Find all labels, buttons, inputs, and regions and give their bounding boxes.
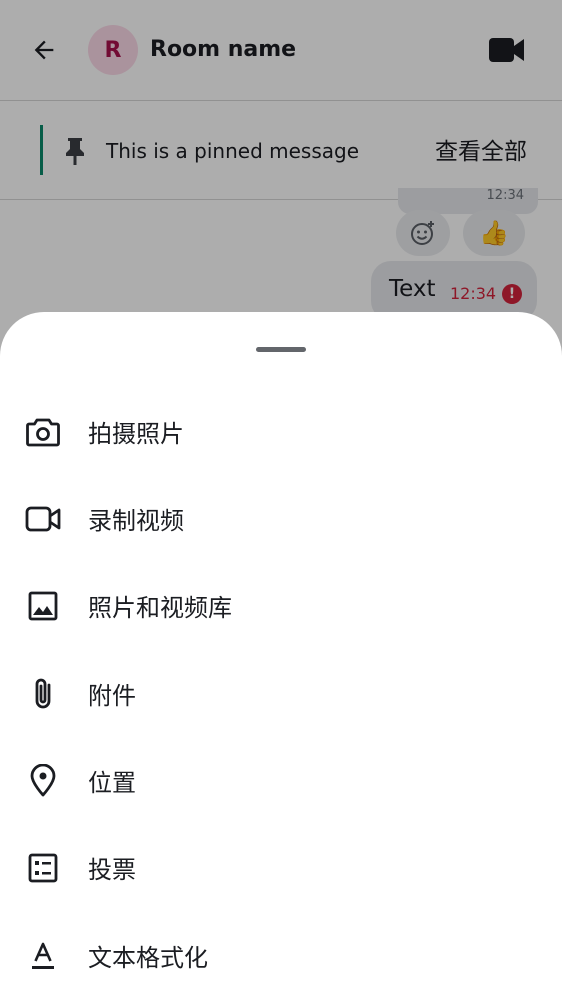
text-format-icon: [25, 938, 61, 974]
attachment-bottom-sheet: 拍摄照片 录制视频 照片和视频库 附件 位置 投票 文本格式化: [0, 312, 562, 1000]
menu-item-attachment[interactable]: 附件: [0, 658, 562, 734]
poll-icon: [25, 850, 61, 886]
menu-item-record-video[interactable]: 录制视频: [0, 483, 562, 559]
menu-item-take-photo[interactable]: 拍摄照片: [0, 396, 562, 472]
videocam-icon: [25, 501, 61, 537]
drag-handle[interactable]: [256, 347, 306, 352]
attachment-icon: [25, 676, 61, 712]
menu-item-poll[interactable]: 投票: [0, 832, 562, 908]
menu-item-text-formatting[interactable]: 文本格式化: [0, 920, 562, 996]
menu-item-label: 文本格式化: [88, 944, 208, 972]
menu-item-label: 位置: [88, 769, 136, 797]
location-icon: [25, 763, 61, 799]
camera-icon: [25, 414, 61, 450]
image-icon: [25, 588, 61, 624]
menu-item-location[interactable]: 位置: [0, 745, 562, 821]
menu-item-label: 投票: [88, 856, 136, 884]
menu-item-label: 录制视频: [88, 507, 184, 535]
menu-item-label: 附件: [88, 682, 136, 710]
menu-item-photo-video-library[interactable]: 照片和视频库: [0, 570, 562, 646]
menu-item-label: 照片和视频库: [88, 594, 232, 622]
menu-item-label: 拍摄照片: [88, 420, 184, 448]
